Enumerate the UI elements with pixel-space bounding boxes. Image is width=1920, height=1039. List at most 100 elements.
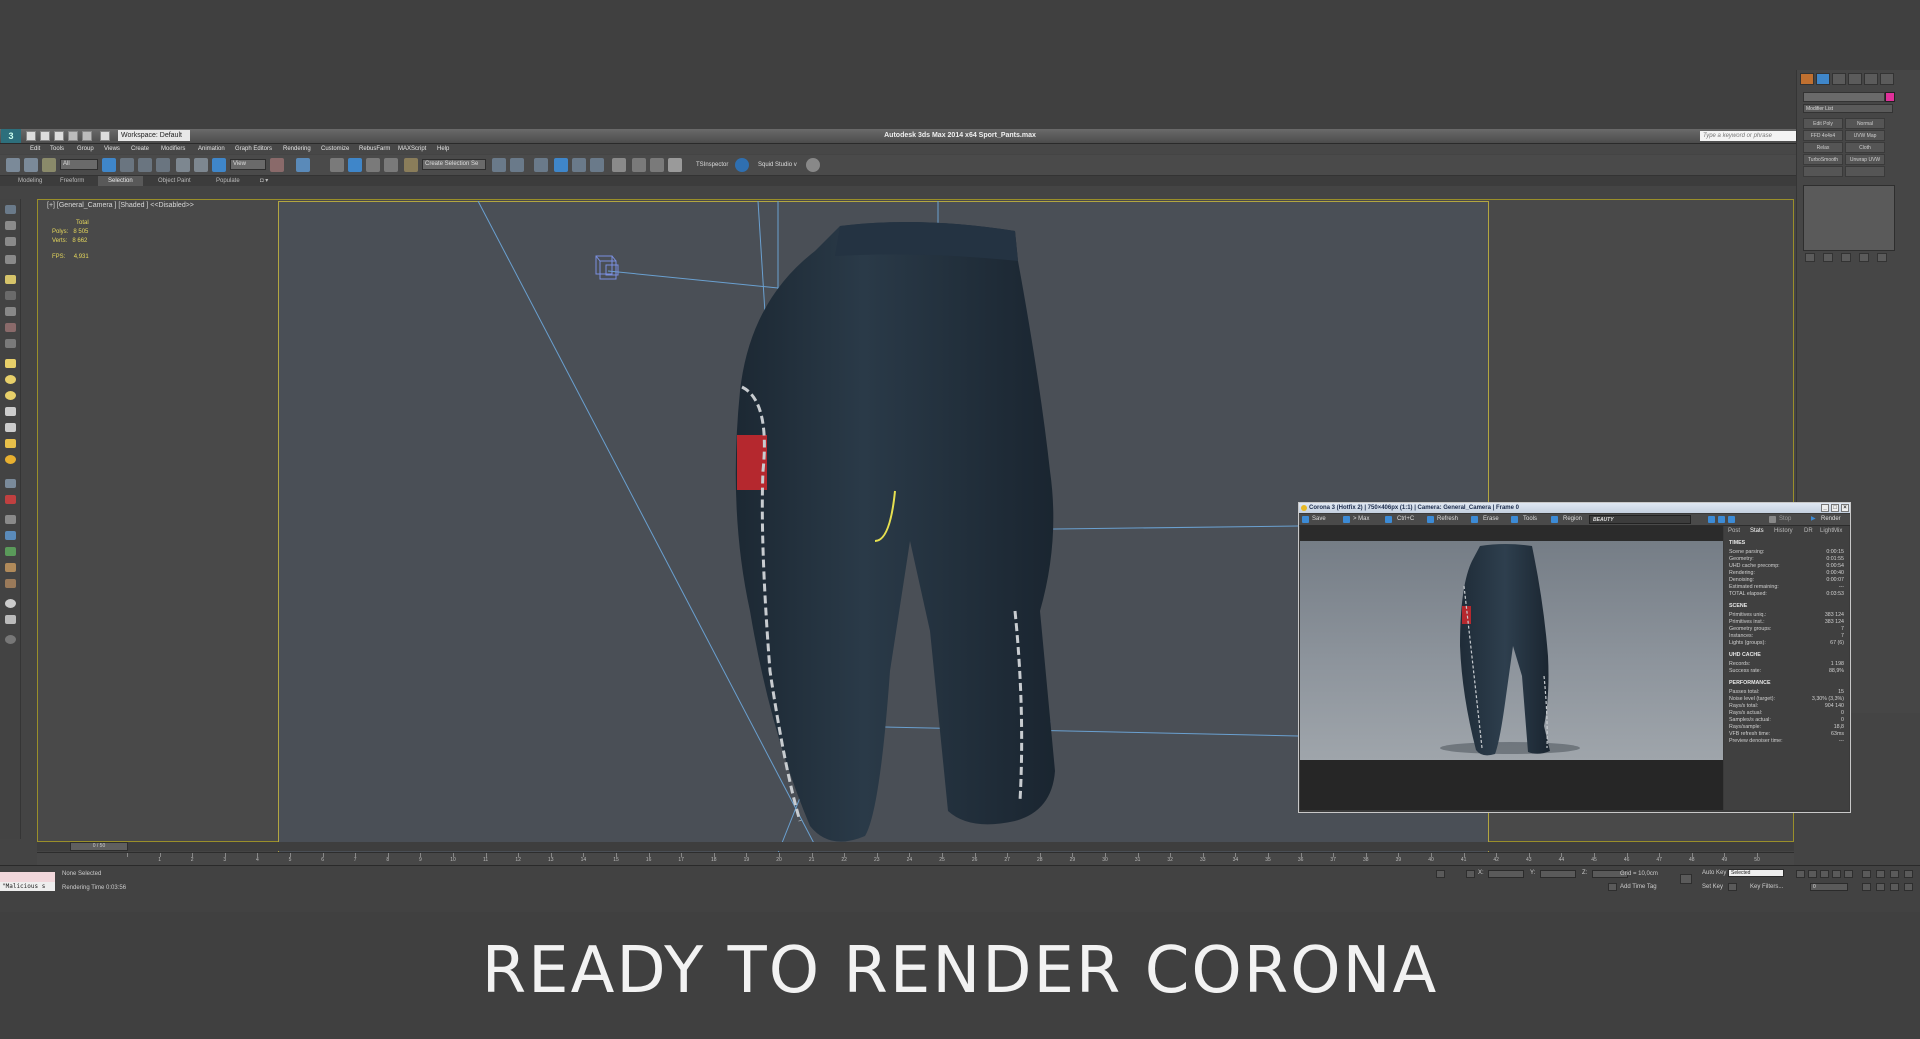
modify-tab-icon[interactable]: [1816, 73, 1830, 85]
light-icon[interactable]: [5, 275, 16, 284]
menu-create[interactable]: Create: [131, 144, 149, 154]
foliage-icon[interactable]: [5, 547, 16, 556]
roll-icon[interactable]: [1876, 883, 1885, 891]
zoom-in-icon[interactable]: [1708, 516, 1715, 523]
unlink-icon[interactable]: [24, 158, 38, 172]
tab-populate[interactable]: Populate: [206, 176, 250, 186]
render-button[interactable]: Render: [1821, 514, 1841, 525]
rectangular-selection-icon[interactable]: [138, 158, 152, 172]
bones-icon[interactable]: [5, 515, 16, 524]
rotate-icon[interactable]: [194, 158, 208, 172]
maxscript-listener-input[interactable]: [0, 872, 55, 882]
pivot-center-icon[interactable]: [270, 158, 284, 172]
layers-icon[interactable]: [5, 237, 16, 246]
maximize-viewport-icon[interactable]: [1904, 883, 1913, 891]
spinner-snap-icon[interactable]: [384, 158, 398, 172]
corona-maximize-button[interactable]: □: [1831, 504, 1839, 512]
tab-freeform[interactable]: Freeform: [50, 176, 94, 186]
go-to-end-icon[interactable]: [1844, 870, 1853, 878]
camera-gizmo-icon[interactable]: [595, 255, 619, 280]
object-name-field[interactable]: [1803, 92, 1885, 102]
torus-icon[interactable]: [5, 455, 16, 464]
refresh-icon[interactable]: [1427, 516, 1434, 523]
modifier-list-dropdown[interactable]: Modifier List: [1803, 104, 1893, 113]
viewport-label[interactable]: [+] [General_Camera ] [Shaded ] <<Disabl…: [47, 202, 194, 209]
menu-group[interactable]: Group: [77, 144, 94, 154]
stop-icon[interactable]: [1769, 516, 1776, 523]
ribbon-toggle-icon[interactable]: ◘ ▾: [250, 176, 278, 186]
reference-coordinate-dropdown[interactable]: View: [230, 159, 266, 170]
helper-icon[interactable]: [5, 307, 16, 316]
turbosmooth-button[interactable]: TurboSmooth: [1803, 154, 1843, 165]
layer-manager-icon[interactable]: [534, 158, 548, 172]
select-object-icon[interactable]: [102, 158, 116, 172]
menu-rebusfarm[interactable]: RebusFarm: [359, 144, 390, 154]
menu-help[interactable]: Help: [437, 144, 449, 154]
save-button[interactable]: Save: [1312, 514, 1326, 525]
current-frame-field[interactable]: 0: [1810, 883, 1848, 891]
help-icon[interactable]: [5, 635, 16, 644]
time-slider[interactable]: 0 / 50: [37, 842, 1794, 851]
configure-sets-icon[interactable]: [1877, 253, 1887, 262]
shapes-icon[interactable]: [5, 479, 16, 488]
set-key-button[interactable]: Set Key: [1702, 884, 1723, 890]
material-editor-icon[interactable]: [612, 158, 626, 172]
sphere-icon[interactable]: [5, 375, 16, 384]
display-tab-icon[interactable]: [1864, 73, 1878, 85]
maxscript-output[interactable]: "Malicious s: [0, 882, 55, 891]
utilities-tab-icon[interactable]: [1880, 73, 1894, 85]
orbit-icon[interactable]: [1876, 870, 1885, 878]
corona-close-button[interactable]: ×: [1841, 504, 1849, 512]
render-preview[interactable]: [1300, 526, 1723, 810]
move-icon[interactable]: [176, 158, 190, 172]
named-selection-dropdown[interactable]: Create Selection Se: [422, 159, 486, 170]
uvw-map-button[interactable]: UVW Map: [1845, 130, 1885, 141]
render-play-icon[interactable]: ▶: [1811, 514, 1816, 525]
relax-button[interactable]: Relax: [1803, 142, 1843, 153]
menu-customize[interactable]: Customize: [321, 144, 349, 154]
tab-post[interactable]: Post: [1728, 528, 1740, 534]
box-icon[interactable]: [5, 359, 16, 368]
sport-pants-model[interactable]: [620, 211, 1060, 851]
motion-tab-icon[interactable]: [1848, 73, 1862, 85]
container-icon[interactable]: [5, 205, 16, 214]
rendered-frame-window-icon[interactable]: [650, 158, 664, 172]
show-end-result-icon[interactable]: [1823, 253, 1833, 262]
object-color-swatch[interactable]: [1885, 92, 1895, 102]
material-ball-icon[interactable]: [5, 599, 16, 608]
percent-snap-icon[interactable]: [366, 158, 380, 172]
menu-views[interactable]: Views: [104, 144, 120, 154]
empty-modifier-button[interactable]: [1845, 166, 1885, 177]
selection-filter-dropdown[interactable]: All: [60, 159, 98, 170]
search-input[interactable]: Type a keyword or phrase: [1700, 131, 1800, 141]
previous-frame-icon[interactable]: [1808, 870, 1817, 878]
tab-selection[interactable]: Selection: [98, 176, 143, 186]
align-icon[interactable]: [510, 158, 524, 172]
make-unique-icon[interactable]: [1841, 253, 1851, 262]
erase-button[interactable]: Erase: [1483, 514, 1499, 525]
menu-edit[interactable]: Edit: [30, 144, 40, 154]
key-filter-icon[interactable]: [1728, 883, 1737, 891]
key-mode-dropdown[interactable]: Selected: [1728, 869, 1784, 877]
ffd-button[interactable]: FFD 4x4x4: [1803, 130, 1843, 141]
time-tag-icon[interactable]: [1608, 883, 1617, 891]
menu-tools[interactable]: Tools: [50, 144, 64, 154]
tab-history[interactable]: History: [1774, 528, 1793, 534]
hierarchy-tab-icon[interactable]: [1832, 73, 1846, 85]
crowd-icon[interactable]: [5, 579, 16, 588]
link-icon[interactable]: [6, 158, 20, 172]
go-to-start-icon[interactable]: [1796, 870, 1805, 878]
tools-icon[interactable]: [1511, 516, 1518, 523]
select-by-name-icon[interactable]: [120, 158, 134, 172]
tab-dr[interactable]: DR: [1804, 528, 1813, 534]
scene-explorer-icon[interactable]: [5, 221, 16, 230]
time-slider-thumb[interactable]: 0 / 50: [70, 842, 128, 851]
empty-modifier-button[interactable]: [1803, 166, 1843, 177]
tab-lightmix[interactable]: LightMix: [1820, 528, 1842, 534]
menu-rendering[interactable]: Rendering: [283, 144, 311, 154]
bind-space-warp-icon[interactable]: [42, 158, 56, 172]
menu-graph-editors[interactable]: Graph Editors: [235, 144, 272, 154]
grid-icon[interactable]: [5, 615, 16, 624]
fov-icon[interactable]: [1904, 870, 1913, 878]
copy-button[interactable]: Ctrl+C: [1397, 514, 1414, 525]
